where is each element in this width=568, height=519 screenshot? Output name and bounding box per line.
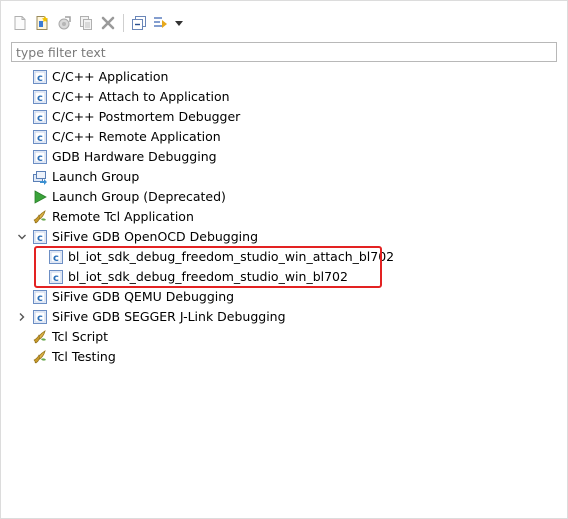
collapse-all-icon[interactable] — [128, 12, 150, 34]
tree-item-label: SiFive GDB OpenOCD Debugging — [52, 229, 259, 244]
new-prototype-icon[interactable] — [31, 12, 53, 34]
tree-category-item[interactable]: Remote Tcl Application — [1, 207, 567, 227]
tree-item-label: Tcl Testing — [52, 349, 116, 364]
tree-item-label: C/C++ Application — [52, 69, 169, 84]
toolbar-separator — [123, 14, 124, 32]
tree-category-item[interactable]: Launch Group (Deprecated) — [1, 187, 567, 207]
tcl-icon — [32, 209, 48, 225]
tree-category-item[interactable]: GDB Hardware Debugging — [1, 147, 567, 167]
tree-category-item[interactable]: Tcl Testing — [1, 347, 567, 367]
toolbar — [9, 11, 186, 35]
c-config-icon — [32, 109, 48, 125]
c-config-icon — [32, 289, 48, 305]
c-config-icon — [32, 229, 48, 245]
c-config-icon — [32, 89, 48, 105]
filter-input[interactable] — [11, 42, 557, 62]
tree-category-item[interactable]: C/C++ Remote Application — [1, 127, 567, 147]
new-configuration-icon[interactable] — [9, 12, 31, 34]
delete-icon[interactable] — [97, 12, 119, 34]
c-config-icon — [32, 149, 48, 165]
tree-category-item[interactable]: C/C++ Application — [1, 67, 567, 87]
chevron-right-icon[interactable] — [16, 311, 28, 323]
tree-category-item[interactable]: SiFive GDB OpenOCD Debugging — [1, 227, 567, 247]
tree-category-item[interactable]: C/C++ Attach to Application — [1, 87, 567, 107]
tree-category-item[interactable]: Tcl Script — [1, 327, 567, 347]
c-config-icon — [32, 309, 48, 325]
tree-item-label: SiFive GDB QEMU Debugging — [52, 289, 235, 304]
filter-icon[interactable] — [150, 12, 172, 34]
c-config-icon — [48, 249, 64, 265]
tree-child-item[interactable]: bl_iot_sdk_debug_freedom_studio_win_bl70… — [1, 267, 567, 287]
tcl-icon — [32, 329, 48, 345]
view-menu-icon[interactable] — [172, 12, 186, 34]
tree-category-item[interactable]: SiFive GDB SEGGER J-Link Debugging — [1, 307, 567, 327]
tree-category-item[interactable]: SiFive GDB QEMU Debugging — [1, 287, 567, 307]
c-config-icon — [32, 129, 48, 145]
tree-item-label: Launch Group — [52, 169, 140, 184]
tree-item-label: C/C++ Remote Application — [52, 129, 221, 144]
tree-category-item[interactable]: C/C++ Postmortem Debugger — [1, 107, 567, 127]
run-arrow-icon — [32, 189, 48, 205]
tree-item-label: Launch Group (Deprecated) — [52, 189, 226, 204]
tree-item-label: bl_iot_sdk_debug_freedom_studio_win_atta… — [68, 249, 395, 264]
c-config-icon — [48, 269, 64, 285]
launch-group-icon — [32, 169, 48, 185]
tree-item-label: C/C++ Postmortem Debugger — [52, 109, 241, 124]
tcl-icon — [32, 349, 48, 365]
tree-item-label: C/C++ Attach to Application — [52, 89, 230, 104]
duplicate-icon[interactable] — [75, 12, 97, 34]
tree-item-label: Tcl Script — [52, 329, 109, 344]
c-config-icon — [32, 69, 48, 85]
launch-configuration-tree: C/C++ Application C/C++ Attach to Applica… — [1, 67, 567, 367]
launch-configurations-panel: C/C++ Application C/C++ Attach to Applica… — [0, 0, 568, 519]
tree-child-item[interactable]: bl_iot_sdk_debug_freedom_studio_win_atta… — [1, 247, 567, 267]
chevron-down-icon[interactable] — [16, 231, 28, 243]
tree-item-label: Remote Tcl Application — [52, 209, 194, 224]
tree-item-label: bl_iot_sdk_debug_freedom_studio_win_bl70… — [68, 269, 348, 284]
export-icon[interactable] — [53, 12, 75, 34]
tree-category-item[interactable]: Launch Group — [1, 167, 567, 187]
tree-item-label: SiFive GDB SEGGER J-Link Debugging — [52, 309, 286, 324]
tree-item-label: GDB Hardware Debugging — [52, 149, 217, 164]
